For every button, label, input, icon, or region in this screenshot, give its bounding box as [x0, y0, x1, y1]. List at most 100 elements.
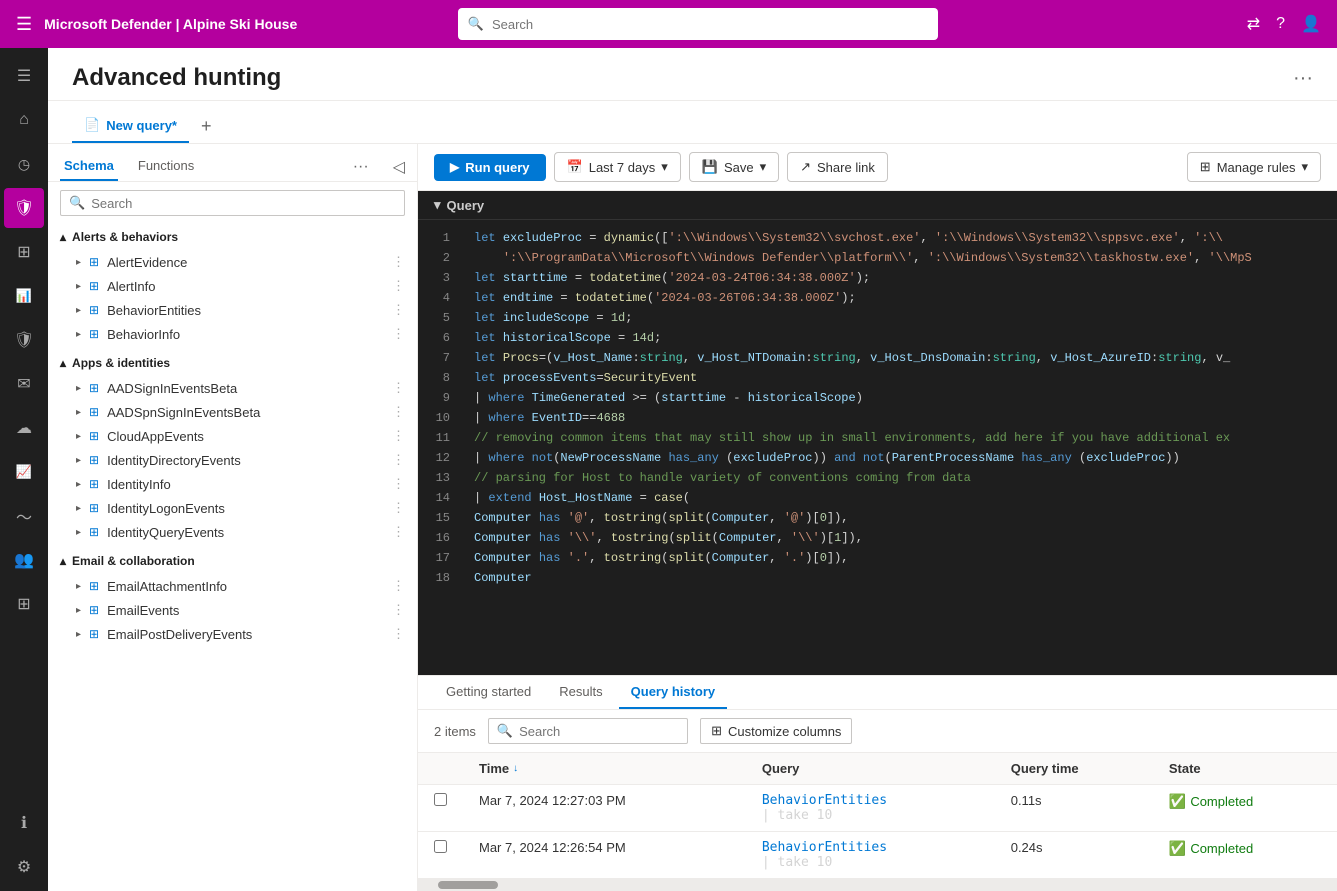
table-aad-signin[interactable]: ▸ ⊞ AADSignInEventsBeta ⋮ — [48, 376, 417, 400]
code-content[interactable]: let excludeProc = dynamic([':\\Windows\\… — [458, 220, 1337, 675]
global-search-input[interactable] — [492, 17, 928, 32]
sidenav-chart[interactable]: 📈 — [4, 452, 44, 492]
sidenav-shield2[interactable]: 🛡 — [4, 320, 44, 360]
row-checkbox[interactable] — [418, 785, 463, 832]
chevron-icon: ▸ — [76, 305, 81, 316]
section-alerts-header[interactable]: Alerts & behaviors — [48, 224, 417, 250]
tab-query-history[interactable]: Query history — [619, 676, 728, 709]
manage-label: Manage rules — [1217, 160, 1296, 175]
section-toggle: Email & collaboration — [60, 554, 195, 568]
table-email-attachment[interactable]: ▸ ⊞ EmailAttachmentInfo ⋮ — [48, 574, 417, 598]
table-email-post-delivery[interactable]: ▸ ⊞ EmailPostDeliveryEvents ⋮ — [48, 622, 417, 646]
share-button[interactable]: ↗ Share link — [787, 152, 888, 182]
page-header: Advanced hunting ··· — [48, 48, 1337, 101]
table-more-button[interactable]: ⋮ — [392, 476, 405, 492]
tab-results[interactable]: Results — [547, 676, 614, 709]
sidenav-line-chart[interactable]: 〜 — [4, 496, 44, 536]
table-more-button[interactable]: ⋮ — [392, 452, 405, 468]
table-more-button[interactable]: ⋮ — [392, 326, 405, 342]
tab-functions[interactable]: Functions — [134, 152, 198, 181]
table-behavior-entities[interactable]: ▸ ⊞ BehaviorEntities ⋮ — [48, 298, 417, 322]
table-behavior-info[interactable]: ▸ ⊞ BehaviorInfo ⋮ — [48, 322, 417, 346]
save-icon: 💾 — [702, 159, 718, 175]
manage-rules-button[interactable]: ⊞ Manage rules — [1187, 152, 1321, 182]
chevron-icon: ▸ — [76, 503, 81, 514]
table-identity-query[interactable]: ▸ ⊞ IdentityQueryEvents ⋮ — [48, 520, 417, 544]
bottom-search-input[interactable] — [519, 724, 679, 739]
share-icon[interactable]: ⇄ — [1247, 14, 1260, 34]
help-icon[interactable]: ? — [1276, 15, 1285, 33]
checkbox-input[interactable] — [434, 840, 447, 853]
chevron-icon: ▸ — [76, 383, 81, 394]
table-identity-info[interactable]: ▸ ⊞ IdentityInfo ⋮ — [48, 472, 417, 496]
table-aad-spn-signin[interactable]: ▸ ⊞ AADSpnSignInEventsBeta ⋮ — [48, 400, 417, 424]
sidenav-cloud[interactable]: ☁ — [4, 408, 44, 448]
header-checkbox-cell — [418, 753, 463, 785]
sidenav-people[interactable]: 👥 — [4, 540, 44, 580]
table-identity-directory[interactable]: ▸ ⊞ IdentityDirectoryEvents ⋮ — [48, 448, 417, 472]
scrollbar-thumb[interactable] — [438, 881, 498, 889]
table-more-button[interactable]: ⋮ — [392, 578, 405, 594]
table-more-button[interactable]: ⋮ — [392, 278, 405, 294]
section-apps-header[interactable]: Apps & identities — [48, 350, 417, 376]
table-more-button[interactable]: ⋮ — [392, 428, 405, 444]
table-more-button[interactable]: ⋮ — [392, 380, 405, 396]
header-query[interactable]: Query — [746, 753, 995, 785]
table-more-button[interactable]: ⋮ — [392, 500, 405, 516]
results-table: Time ↓ Query Query time — [418, 753, 1337, 879]
save-button[interactable]: 💾 Save — [689, 152, 779, 182]
page-more-button[interactable]: ··· — [1293, 67, 1313, 90]
sidenav-security[interactable]: 🛡 — [4, 188, 44, 228]
table-icon: ⊞ — [89, 303, 99, 317]
query-toolbar: ▶ Run query 📅 Last 7 days 💾 Save ↗ Share… — [418, 144, 1337, 191]
tab-schema[interactable]: Schema — [60, 152, 118, 181]
columns-icon: ⊞ — [711, 723, 722, 739]
query-tabs-row: 📄 New query* + — [48, 101, 1337, 144]
tab-getting-started[interactable]: Getting started — [434, 676, 543, 709]
sidenav-info[interactable]: ℹ — [4, 803, 44, 843]
schema-collapse-button[interactable]: ◁ — [393, 157, 405, 177]
sidenav-home[interactable]: ⌂ — [4, 100, 44, 140]
profile-icon[interactable]: 👤 — [1301, 14, 1321, 34]
header-time[interactable]: Time ↓ — [463, 753, 746, 785]
sidenav-menu[interactable]: ☰ — [4, 56, 44, 96]
table-more-button[interactable]: ⋮ — [392, 254, 405, 270]
table-more-button[interactable]: ⋮ — [392, 404, 405, 420]
sidenav-mail[interactable]: ✉ — [4, 364, 44, 404]
results-scroll[interactable]: Time ↓ Query Query time — [418, 753, 1337, 879]
table-email-events[interactable]: ▸ ⊞ EmailEvents ⋮ — [48, 598, 417, 622]
customize-columns-button[interactable]: ⊞ Customize columns — [700, 718, 852, 744]
section-email-header[interactable]: Email & collaboration — [48, 548, 417, 574]
sidenav-activity[interactable]: ◷ — [4, 144, 44, 184]
table-more-button[interactable]: ⋮ — [392, 602, 405, 618]
code-body[interactable]: 12345 678910 1112131415 161718 let exclu… — [418, 220, 1337, 675]
sidenav-settings[interactable]: ⚙ — [4, 847, 44, 887]
row-checkbox[interactable] — [418, 832, 463, 879]
table-more-button[interactable]: ⋮ — [392, 626, 405, 642]
table-cloud-app-events[interactable]: ▸ ⊞ CloudAppEvents ⋮ — [48, 424, 417, 448]
section-chevron-up — [60, 554, 66, 568]
header-query-time[interactable]: Query time — [995, 753, 1153, 785]
chevron-icon: ▸ — [76, 479, 81, 490]
sidenav-incidents[interactable]: ⊞ — [4, 232, 44, 272]
hamburger-icon[interactable]: ☰ — [16, 14, 32, 35]
query-col-label: Query — [762, 761, 800, 776]
schema-search-input[interactable] — [91, 196, 396, 211]
query-collapse-button[interactable]: ▾ Query — [434, 197, 484, 213]
table-identity-logon[interactable]: ▸ ⊞ IdentityLogonEvents ⋮ — [48, 496, 417, 520]
schema-more-button[interactable]: ··· — [353, 158, 369, 176]
table-alert-info[interactable]: ▸ ⊞ AlertInfo ⋮ — [48, 274, 417, 298]
table-alert-evidence[interactable]: ▸ ⊞ AlertEvidence ⋮ — [48, 250, 417, 274]
timerange-button[interactable]: 📅 Last 7 days — [554, 152, 681, 182]
global-search-box[interactable]: 🔍 — [458, 8, 938, 40]
run-query-button[interactable]: ▶ Run query — [434, 154, 546, 181]
table-more-button[interactable]: ⋮ — [392, 524, 405, 540]
sidenav-reports[interactable]: 📊 — [4, 276, 44, 316]
sidenav-apps[interactable]: ⊞ — [4, 584, 44, 624]
add-tab-button[interactable]: + — [197, 112, 216, 141]
checkbox-input[interactable] — [434, 793, 447, 806]
table-more-button[interactable]: ⋮ — [392, 302, 405, 318]
horizontal-scrollbar[interactable] — [418, 879, 1337, 891]
header-state[interactable]: State — [1153, 753, 1337, 785]
tab-new-query[interactable]: 📄 New query* — [72, 109, 189, 143]
